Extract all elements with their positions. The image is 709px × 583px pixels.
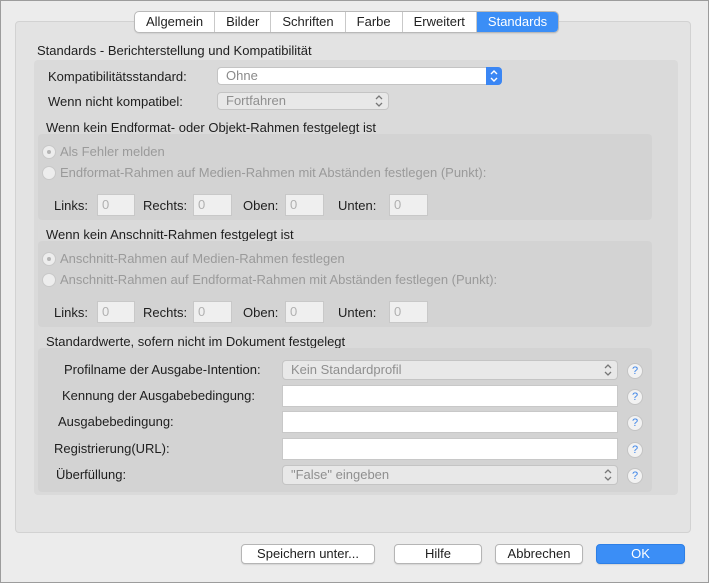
tab-farbe[interactable]: Farbe <box>346 12 403 32</box>
condition-label: Ausgabebedingung: <box>58 414 174 429</box>
standards-group: Kompatibilitätsstandard: Ohne Wenn nicht… <box>34 60 678 495</box>
trim-box: Als Fehler melden Endformat-Rahmen auf M… <box>38 134 652 220</box>
registry-label: Registrierung(URL): <box>54 441 170 456</box>
trim-radio-offsets[interactable] <box>42 166 56 180</box>
condition-id-label: Kennung der Ausgabebedingung: <box>62 388 256 403</box>
bleed-box: Anschnitt-Rahmen auf Medien-Rahmen festl… <box>38 241 652 327</box>
bleed-right-field[interactable]: 0 <box>193 301 232 323</box>
cancel-button[interactable]: Abbrechen <box>495 544 583 564</box>
tab-bilder[interactable]: Bilder <box>215 12 272 32</box>
chevron-updown-icon <box>374 94 384 108</box>
trim-left-field[interactable]: 0 <box>97 194 135 216</box>
profile-value: Kein Standardprofil <box>291 362 402 377</box>
bleed-radio-offsets[interactable] <box>42 273 56 287</box>
noncompat-popup[interactable]: Fortfahren <box>217 92 389 110</box>
bleed-option2-label: Anschnitt-Rahmen auf Endformat-Rahmen mi… <box>60 272 498 287</box>
registry-field[interactable] <box>282 438 618 460</box>
trim-heading: Wenn kein Endformat- oder Objekt-Rahmen … <box>46 120 376 135</box>
bleed-top-label: Oben: <box>243 305 279 320</box>
registry-help-icon[interactable]: ? <box>627 442 643 458</box>
bleed-radio-media[interactable] <box>42 252 56 266</box>
bleed-left-field[interactable]: 0 <box>97 301 135 323</box>
dialog-window: Allgemein Bilder Schriften Farbe Erweite… <box>0 0 709 583</box>
help-button[interactable]: Hilfe <box>394 544 482 564</box>
compat-standard-label: Kompatibilitätsstandard: <box>48 69 187 84</box>
trim-option1-label: Als Fehler melden <box>60 144 165 159</box>
condition-id-help-icon[interactable]: ? <box>627 389 643 405</box>
compat-standard-popup[interactable]: Ohne <box>217 67 502 85</box>
profile-help-icon[interactable]: ? <box>627 363 643 379</box>
bleed-option1-label: Anschnitt-Rahmen auf Medien-Rahmen festl… <box>60 251 345 266</box>
trim-option2-label: Endformat-Rahmen auf Medien-Rahmen mit A… <box>60 165 487 180</box>
trapped-label: Überfüllung: <box>56 467 127 482</box>
trim-bottom-label: Unten: <box>338 198 377 213</box>
tab-erweitert[interactable]: Erweitert <box>403 12 477 32</box>
tab-standards[interactable]: Standards <box>476 12 559 32</box>
popup-arrows-icon <box>486 67 502 85</box>
trim-top-field[interactable]: 0 <box>285 194 324 216</box>
bleed-bottom-field[interactable]: 0 <box>389 301 428 323</box>
trim-bottom-field[interactable]: 0 <box>389 194 428 216</box>
defaults-box: Profilname der Ausgabe-Intention: Kein S… <box>38 348 652 492</box>
save-as-button[interactable]: Speichern unter... <box>241 544 375 564</box>
noncompat-label: Wenn nicht kompatibel: <box>48 94 183 109</box>
trim-right-label: Rechts: <box>143 198 188 213</box>
trapped-help-icon[interactable]: ? <box>627 468 643 484</box>
bleed-left-label: Links: <box>54 305 88 320</box>
profile-label: Profilname der Ausgabe-Intention: <box>64 362 261 377</box>
defaults-heading: Standardwerte, sofern nicht im Dokument … <box>46 334 346 349</box>
noncompat-value: Fortfahren <box>226 93 286 108</box>
trim-right-field[interactable]: 0 <box>193 194 232 216</box>
section-title: Standards - Berichterstellung und Kompat… <box>37 43 312 58</box>
condition-help-icon[interactable]: ? <box>627 415 643 431</box>
compat-standard-value: Ohne <box>226 68 258 83</box>
tab-allgemein[interactable]: Allgemein <box>135 12 216 32</box>
chevron-updown-icon <box>603 468 613 482</box>
bleed-top-field[interactable]: 0 <box>285 301 324 323</box>
bleed-bottom-label: Unten: <box>338 305 377 320</box>
trapped-value: "False" eingeben <box>291 467 390 482</box>
trim-top-label: Oben: <box>243 198 279 213</box>
standards-panel: Standards - Berichterstellung und Kompat… <box>15 21 691 533</box>
profile-popup[interactable]: Kein Standardprofil <box>282 360 618 380</box>
bleed-heading: Wenn kein Anschnitt-Rahmen festgelegt is… <box>46 227 294 242</box>
bleed-right-label: Rechts: <box>143 305 188 320</box>
trapped-popup[interactable]: "False" eingeben <box>282 465 618 485</box>
chevron-updown-icon <box>603 363 613 377</box>
condition-field[interactable] <box>282 411 618 433</box>
tab-bar: Allgemein Bilder Schriften Farbe Erweite… <box>134 11 560 33</box>
trim-left-label: Links: <box>54 198 88 213</box>
condition-id-field[interactable] <box>282 385 618 407</box>
trim-radio-error[interactable] <box>42 145 56 159</box>
ok-button[interactable]: OK <box>596 544 685 564</box>
tab-schriften[interactable]: Schriften <box>271 12 346 32</box>
